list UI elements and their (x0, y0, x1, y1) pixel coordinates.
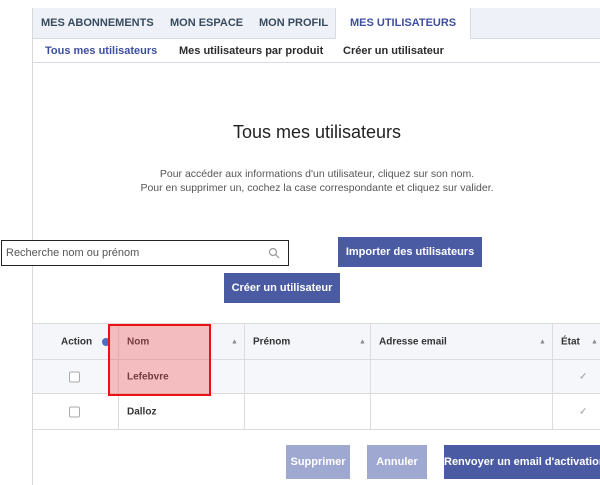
subnav-tous-mes-utilisateurs[interactable]: Tous mes utilisateurs (45, 39, 157, 63)
header-email[interactable]: Adresse email ▲ (371, 324, 553, 359)
create-user-button[interactable]: Créer un utilisateur (224, 273, 340, 303)
tab-mes-utilisateurs[interactable]: MES UTILISATEURS (335, 8, 472, 40)
page-description-line-2: Pour en supprimer un, cochez la case cor… (140, 182, 494, 194)
tab-mon-profil[interactable]: MON PROFIL (259, 8, 328, 39)
sort-icon[interactable]: ▲ (231, 338, 238, 345)
cancel-button[interactable]: Annuler (367, 445, 427, 479)
status-check-icon: ✓ (579, 371, 588, 382)
row-checkbox[interactable] (69, 371, 80, 382)
resend-activation-email-button[interactable]: Renvoyer un email d'activation (444, 445, 600, 479)
header-nom[interactable]: Nom ▲ (119, 324, 245, 359)
import-users-button[interactable]: Importer des utilisateurs (338, 237, 482, 267)
tab-mon-espace[interactable]: MON ESPACE (170, 8, 243, 39)
header-etat[interactable]: État ▲ (553, 324, 600, 359)
page-title: Tous mes utilisateurs (232, 122, 402, 142)
sub-navigation: Tous mes utilisateurs Mes utilisateurs p… (33, 39, 600, 63)
table-row[interactable]: Dalloz ✓ (33, 394, 600, 430)
sort-icon[interactable]: ▲ (591, 338, 598, 345)
status-check-icon: ✓ (579, 406, 588, 417)
users-table: Action Nom ▲ Prénom ▲ Adresse email ▲ Ét… (33, 323, 600, 430)
sort-icon[interactable]: ▲ (359, 338, 366, 345)
search-input[interactable] (2, 241, 252, 265)
main-frame: MES ABONNEMENTS MON ESPACE MON PROFIL ME… (1, 8, 600, 485)
subnav-par-produit[interactable]: Mes utilisateurs par produit (179, 39, 323, 63)
sort-icon[interactable]: ▲ (539, 338, 546, 345)
delete-button[interactable]: Supprimer (286, 445, 350, 479)
page-description-line-1: Pour accéder aux informations d'un utili… (159, 168, 475, 180)
table-row[interactable]: Lefebvre ✓ (33, 360, 600, 394)
header-prenom[interactable]: Prénom ▲ (245, 324, 371, 359)
search-icon[interactable] (268, 247, 280, 259)
search-field[interactable] (1, 240, 289, 266)
row-checkbox[interactable] (69, 406, 80, 417)
info-icon[interactable] (102, 337, 110, 346)
top-tabbar: MES ABONNEMENTS MON ESPACE MON PROFIL ME… (33, 8, 600, 40)
tab-mes-abonnements[interactable]: MES ABONNEMENTS (41, 8, 154, 39)
user-name-link[interactable]: Lefebvre (127, 371, 169, 382)
table-header-row: Action Nom ▲ Prénom ▲ Adresse email ▲ Ét… (33, 324, 600, 360)
subnav-creer-utilisateur[interactable]: Créer un utilisateur (343, 39, 444, 63)
header-action: Action (33, 324, 119, 359)
user-name-link[interactable]: Dalloz (127, 406, 156, 417)
